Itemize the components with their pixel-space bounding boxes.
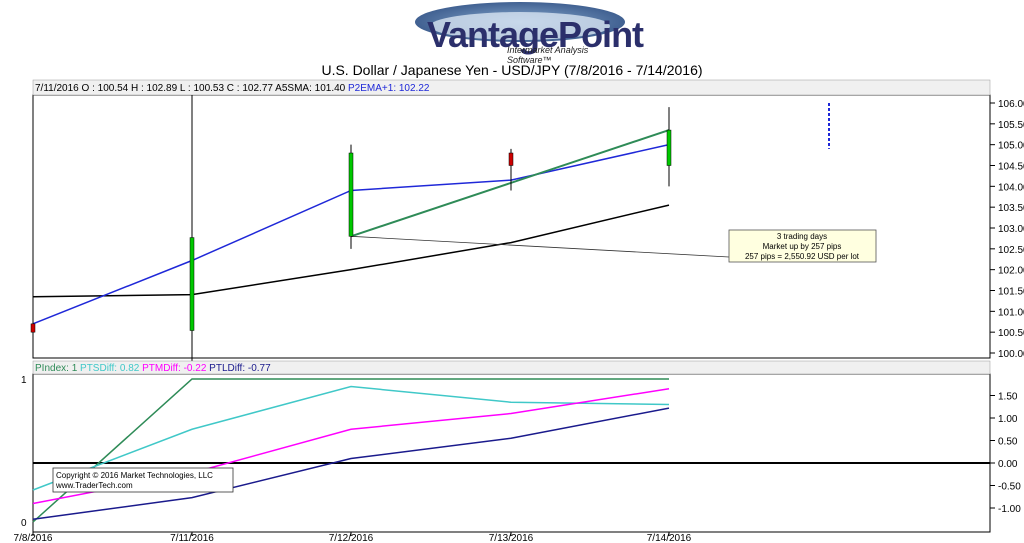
x-tick-label: 7/12/2016 — [329, 533, 374, 543]
y-tick-label: 0.50 — [998, 437, 1018, 448]
y-tick-label: -0.50 — [998, 482, 1021, 493]
left-tick-label: 0 — [21, 518, 27, 529]
upper-panel-frame — [32, 94, 991, 359]
candle-body — [508, 152, 514, 166]
y-tick-label: 102.50 — [998, 245, 1024, 256]
x-tick-label: 7/11/2016 — [170, 533, 214, 543]
x-tick-label: 7/14/2016 — [647, 533, 692, 543]
y-tick-label: -1.00 — [998, 504, 1021, 515]
y-tick-label: 101.50 — [998, 287, 1024, 298]
x-tick-label: 7/13/2016 — [489, 533, 534, 543]
lower-header-text: PIndex: 1 PTSDiff: 0.82 PTMDiff: -0.22 P… — [35, 363, 271, 374]
y-tick-label: 105.00 — [998, 141, 1024, 152]
y-tick-label: 0.00 — [998, 459, 1018, 470]
annotation-line: Market up by 257 pips — [763, 242, 842, 251]
annotation-line: 257 pips = 2,550.92 USD per lot — [745, 252, 860, 261]
y-tick-label: 104.00 — [998, 182, 1024, 193]
y-tick-label: 100.50 — [998, 328, 1024, 339]
upper-header-text: 7/11/2016 O : 100.54 H : 102.89 L : 100.… — [35, 83, 430, 94]
y-tick-label: 1.00 — [998, 414, 1018, 425]
candle-body — [30, 323, 36, 333]
y-tick-label: 1.50 — [998, 392, 1018, 403]
y-tick-label: 103.00 — [998, 224, 1024, 235]
annotation-box: 3 trading daysMarket up by 257 pips257 p… — [728, 229, 877, 263]
y-tick-label: 104.50 — [998, 162, 1024, 173]
candle-body — [666, 129, 672, 166]
left-tick-label: 1 — [21, 375, 27, 386]
price-chart[interactable]: 7/11/2016 O : 100.54 H : 102.89 L : 100.… — [0, 0, 1024, 543]
y-tick-label: 102.00 — [998, 266, 1024, 277]
copyright-line: www.TraderTech.com — [55, 481, 133, 490]
candle-body — [189, 237, 195, 331]
y-tick-label: 101.00 — [998, 307, 1024, 318]
annotation-line: 3 trading days — [777, 232, 827, 241]
y-tick-label: 106.00 — [998, 99, 1024, 110]
y-tick-label: 103.50 — [998, 203, 1024, 214]
y-tick-label: 105.50 — [998, 120, 1024, 131]
y-tick-label: 100.00 — [998, 349, 1024, 360]
lower-panel-frame — [32, 373, 991, 533]
candle-body — [348, 152, 354, 237]
x-tick-label: 7/8/2016 — [14, 533, 53, 543]
copyright-box: Copyright © 2016 Market Technologies, LL… — [52, 467, 234, 493]
copyright-line: Copyright © 2016 Market Technologies, LL… — [56, 471, 213, 480]
